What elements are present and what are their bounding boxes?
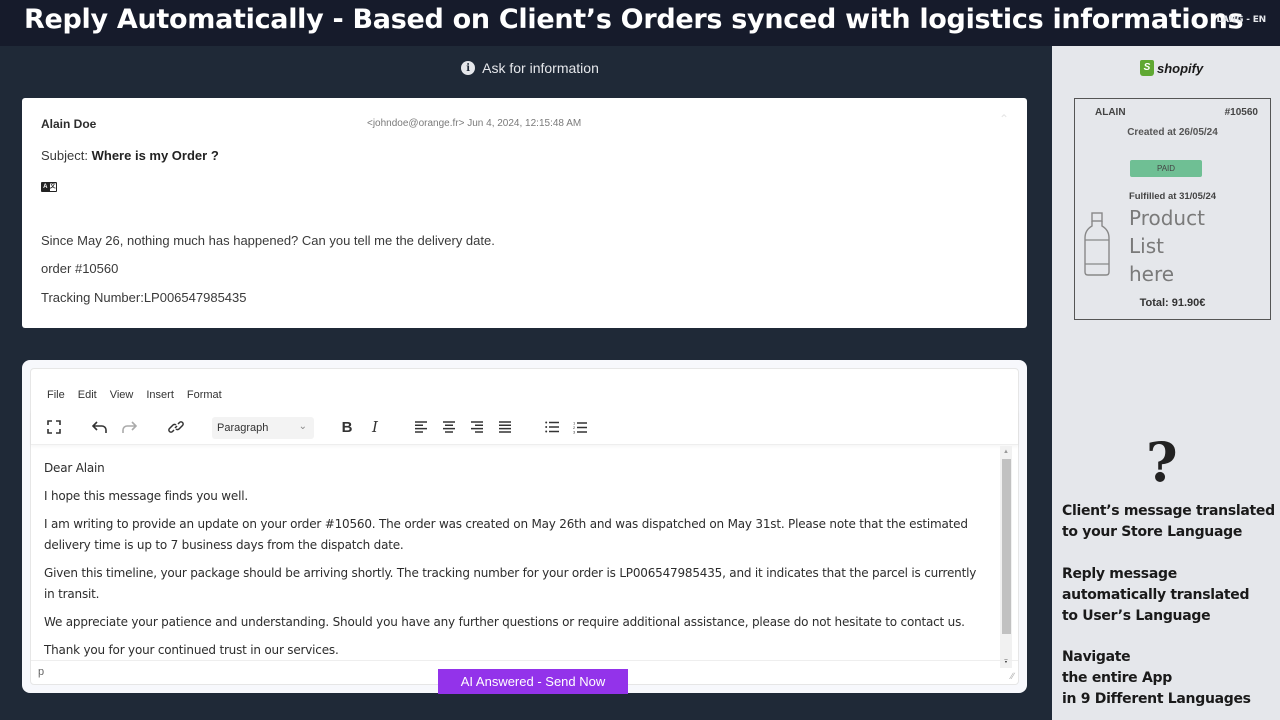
banner-title: Reply Automatically - Based on Client’s … xyxy=(24,4,1244,35)
bullet-list-icon[interactable] xyxy=(542,415,562,439)
order-card: ALAIN #10560 Created at 26/05/24 PAID Fu… xyxy=(1074,98,1271,320)
email-meta: <johndoe@orange.fr> Jun 4, 2024, 12:15:4… xyxy=(367,118,582,129)
align-justify-icon[interactable] xyxy=(495,415,515,439)
scroll-up-arrow-icon[interactable]: ▲ xyxy=(1000,446,1012,458)
email-body-line: order #10560 xyxy=(41,261,119,276)
resize-handle-icon[interactable]: ∕∕ xyxy=(1011,671,1014,681)
product-bottle-icon xyxy=(1084,212,1110,276)
top-banner: Reply Automatically - Based on Client’s … xyxy=(0,0,1280,46)
product-list-placeholder: Product List here xyxy=(1129,206,1205,286)
email-sender: Alain Doe xyxy=(41,117,97,131)
subject-label: Subject: xyxy=(41,148,88,163)
chevron-up-icon[interactable]: ⌃ xyxy=(999,112,1009,126)
email-body-line: Tracking Number:LP006547985435 xyxy=(41,290,247,305)
reply-paragraph: Dear Alain xyxy=(44,461,105,475)
link-icon[interactable] xyxy=(165,415,187,439)
reply-paragraph: We appreciate your patience and understa… xyxy=(44,615,965,629)
language-selector[interactable]: LANG - EN xyxy=(1216,15,1266,25)
undo-icon[interactable] xyxy=(89,415,111,439)
bold-icon[interactable]: B xyxy=(337,415,357,439)
subject-text: Where is my Order ? xyxy=(91,148,219,163)
order-total: Total: 91.90€ xyxy=(1139,297,1206,309)
align-center-icon[interactable] xyxy=(439,415,459,439)
numbered-list-icon[interactable]: 123 xyxy=(570,415,590,439)
order-sidebar: S shopify ALAIN #10560 Created at 26/05/… xyxy=(1052,46,1280,720)
payment-status-badge: PAID xyxy=(1130,160,1202,177)
reply-paragraph: Thank you for your continued trust in ou… xyxy=(44,643,339,657)
email-body-line: Since May 26, nothing much has happened?… xyxy=(41,233,495,248)
rich-text-editor: File Edit View Insert Format Paragraph ⌄… xyxy=(30,368,1019,694)
order-number: #10560 xyxy=(1224,107,1258,118)
editor-content[interactable]: Dear Alain I hope this message finds you… xyxy=(31,446,1000,668)
align-right-icon[interactable] xyxy=(467,415,487,439)
send-now-button[interactable]: AI Answered - Send Now xyxy=(438,669,628,694)
editor-scrollbar[interactable]: ▲ ▼ xyxy=(1000,446,1012,668)
shopify-wordmark: shopify xyxy=(1157,60,1204,76)
scrollbar-thumb[interactable] xyxy=(1002,459,1011,634)
order-fulfilled-date: Fulfilled at 31/05/24 xyxy=(1128,191,1217,202)
ask-for-information-button[interactable]: i Ask for information xyxy=(0,60,1060,76)
ask-for-information-label: Ask for information xyxy=(482,60,599,76)
feature-translate-reply: Reply message automatically translated t… xyxy=(1062,566,1250,624)
reply-paragraph: I am writing to provide an update on you… xyxy=(44,517,968,552)
translate-icon[interactable]: A文 xyxy=(41,182,57,192)
redo-icon[interactable] xyxy=(118,415,140,439)
feature-translate-client-message: Client’s message translated to your Stor… xyxy=(1062,503,1275,540)
shopify-bag-icon: S xyxy=(1140,60,1154,76)
menu-edit[interactable]: Edit xyxy=(78,389,97,401)
email-message-card: Alain Doe <johndoe@orange.fr> Jun 4, 202… xyxy=(22,98,1027,328)
menu-file[interactable]: File xyxy=(47,389,65,401)
main-panel: i Ask for information Alain Doe <johndoe… xyxy=(0,46,1052,720)
block-format-value: Paragraph xyxy=(217,422,269,434)
chevron-down-icon: ⌄ xyxy=(298,421,307,432)
reply-paragraph: Given this timeline, your package should… xyxy=(44,566,977,601)
reply-editor-container: File Edit View Insert Format Paragraph ⌄… xyxy=(22,360,1027,694)
menu-view[interactable]: View xyxy=(110,389,134,401)
email-subject: Subject: Where is my Order ? xyxy=(41,148,219,163)
italic-icon[interactable]: I xyxy=(365,415,385,439)
editor-toolbar: Paragraph ⌄ B I 1 2 3 xyxy=(31,409,1018,445)
shopify-logo: S shopify xyxy=(1140,60,1203,76)
block-format-select[interactable]: Paragraph ⌄ xyxy=(212,417,314,439)
editor-statusbar: p ∕∕ AI Answered - Send Now xyxy=(31,660,1018,694)
reply-paragraph: I hope this message finds you well. xyxy=(44,489,248,503)
feature-multilingual-app: Navigate the entire App in 9 Different L… xyxy=(1062,649,1251,707)
menu-insert[interactable]: Insert xyxy=(146,389,174,401)
svg-text:3: 3 xyxy=(573,429,576,434)
order-created-date: Created at 26/05/24 xyxy=(1127,127,1218,138)
menu-format[interactable]: Format xyxy=(187,389,222,401)
question-mark-icon: ? xyxy=(1146,430,1178,494)
editor-menubar: File Edit View Insert Format xyxy=(47,389,222,401)
order-customer: ALAIN xyxy=(1095,107,1126,118)
align-left-icon[interactable] xyxy=(411,415,431,439)
info-icon: i xyxy=(461,61,476,75)
element-path: p xyxy=(38,666,45,678)
fullscreen-icon[interactable] xyxy=(43,415,65,439)
